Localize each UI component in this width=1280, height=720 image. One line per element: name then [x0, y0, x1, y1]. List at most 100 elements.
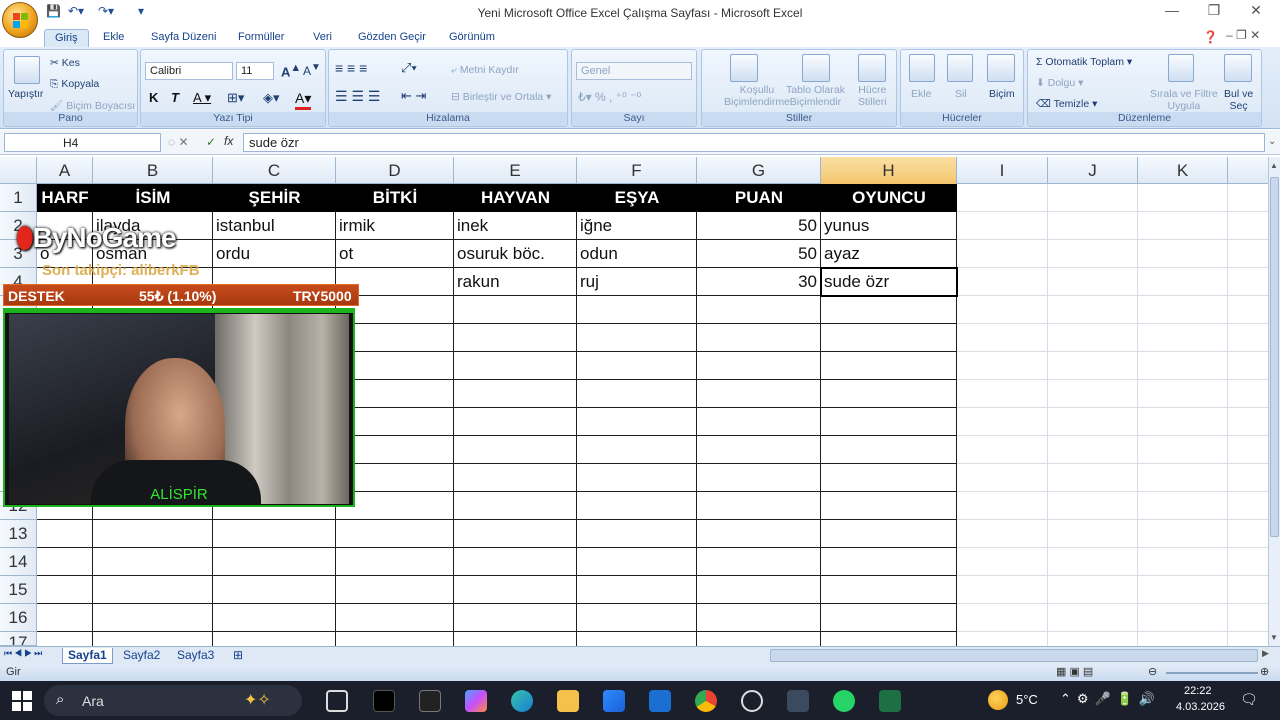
close-button[interactable]: ✕	[1236, 2, 1276, 22]
table-cell[interactable]: irmik	[336, 212, 454, 240]
office-button[interactable]	[2, 2, 38, 38]
table-cell[interactable]: 50	[697, 212, 821, 240]
sort-filter-button[interactable]: Sırala ve Filtre Uygula	[1150, 88, 1218, 112]
epic-games-icon[interactable]	[419, 690, 441, 712]
tab-insert[interactable]: Ekle	[93, 29, 134, 47]
indent-icon[interactable]: ⇤ ⇥	[401, 88, 426, 104]
insert-function-icon[interactable]: fx	[224, 134, 233, 148]
font-color-button[interactable]: A▾	[295, 90, 312, 110]
row-header-16[interactable]: 16	[0, 604, 37, 632]
table-cell[interactable]: inek	[454, 212, 577, 240]
fill-color-button[interactable]: ◈▾	[263, 90, 280, 106]
sheet-tab-sayfa3[interactable]: Sayfa3	[172, 648, 219, 664]
formula-enter-icon[interactable]: ✓	[206, 135, 216, 149]
tab-page-layout[interactable]: Sayfa Düzeni	[141, 29, 226, 47]
conditional-format-button[interactable]: Koşullu Biçimlendirme	[724, 84, 790, 108]
header-puan[interactable]: PUAN	[697, 184, 821, 212]
save-icon[interactable]: 💾	[46, 4, 61, 20]
ribbon-window-controls[interactable]: – ❐ ✕	[1226, 28, 1260, 42]
redo-icon[interactable]: ↷▾	[98, 4, 114, 20]
table-cell[interactable]: rakun	[454, 268, 577, 296]
task-view-icon[interactable]	[326, 690, 348, 712]
help-icon[interactable]: ❓	[1203, 30, 1218, 44]
minimize-button[interactable]: —	[1152, 2, 1192, 22]
column-header-i[interactable]: I	[957, 157, 1048, 184]
find-select-button[interactable]: Bul ve Seç	[1224, 88, 1253, 112]
cut-button[interactable]: ✂ Kes	[50, 57, 80, 69]
scroll-up-icon[interactable]: ▲	[1270, 161, 1279, 170]
grow-font-button[interactable]: A▲	[281, 62, 301, 79]
table-cell[interactable]: ordu	[213, 240, 336, 268]
column-header-j[interactable]: J	[1048, 157, 1138, 184]
new-sheet-icon[interactable]: ⊞	[228, 648, 248, 664]
name-box[interactable]: H4	[4, 133, 161, 152]
column-header-c[interactable]: C	[213, 157, 336, 184]
delete-cells-button[interactable]: Sil	[955, 88, 967, 100]
undo-icon[interactable]: ↶▾	[68, 4, 84, 20]
header-isim[interactable]: İSİM	[93, 184, 213, 212]
clear-button[interactable]: ⌫ Temizle ▾	[1036, 98, 1097, 110]
row-header-15[interactable]: 15	[0, 576, 37, 604]
sheet-nav-icons[interactable]: ⏮◀▶⏭	[4, 648, 44, 659]
align-top-icon[interactable]: ≡ ≡ ≡	[335, 60, 367, 76]
table-cell[interactable]: 30	[697, 268, 821, 296]
view-mode-icons[interactable]: ▦ ▣ ▤	[1056, 665, 1093, 678]
italic-button[interactable]: T	[171, 90, 179, 105]
header-oyuncu[interactable]: OYUNCU	[821, 184, 957, 212]
shrink-font-button[interactable]: A▼	[303, 62, 321, 78]
obs-icon[interactable]	[741, 690, 763, 712]
fill-button[interactable]: ⬇ Dolgu ▾	[1036, 77, 1083, 89]
scroll-down-icon[interactable]: ▼	[1270, 633, 1279, 642]
table-cell[interactable]: 50	[697, 240, 821, 268]
notification-icon[interactable]: 🗨	[1240, 691, 1258, 708]
format-cells-button[interactable]: Biçim	[989, 88, 1015, 100]
column-header-h[interactable]: H	[821, 157, 957, 184]
row-header-1[interactable]: 1	[0, 184, 37, 212]
bold-button[interactable]: K	[149, 90, 158, 105]
start-button[interactable]	[12, 691, 32, 711]
edge-icon[interactable]	[511, 690, 533, 712]
table-cell[interactable]: yunus	[821, 212, 957, 240]
row-header-13[interactable]: 13	[0, 520, 37, 548]
number-format-select[interactable]: Genel	[576, 62, 692, 80]
horizontal-scroll-thumb[interactable]	[770, 649, 1258, 662]
font-name-select[interactable]: Calibri	[145, 62, 233, 80]
header-sehir[interactable]: ŞEHİR	[213, 184, 336, 212]
underline-button[interactable]: A ▾	[193, 90, 211, 106]
formula-cancel-icon[interactable]: ◌ ✕	[168, 135, 189, 149]
tab-data[interactable]: Veri	[303, 29, 342, 47]
column-header-k[interactable]: K	[1138, 157, 1228, 184]
table-cell[interactable]: ot	[336, 240, 454, 268]
autosum-button[interactable]: Σ Otomatik Toplam ▾	[1036, 56, 1132, 68]
table-cell[interactable]: istanbul	[213, 212, 336, 240]
sheet-tab-sayfa1[interactable]: Sayfa1	[62, 648, 113, 664]
sheet-tab-sayfa2[interactable]: Sayfa2	[118, 648, 165, 664]
format-painter-button[interactable]: 🖌 Biçim Boyacısı	[50, 99, 135, 112]
borders-button[interactable]: ⊞▾	[227, 90, 244, 106]
row-header-17[interactable]: 17	[0, 632, 37, 646]
system-tray-icons[interactable]: ⌃⚙🎤🔋🔊	[1060, 691, 1161, 707]
zoom-in-icon[interactable]: ⊕	[1260, 665, 1269, 678]
tab-view[interactable]: Görünüm	[439, 29, 505, 47]
copilot-icon[interactable]	[465, 690, 487, 712]
paste-icon[interactable]	[14, 56, 40, 84]
zoom-slider[interactable]	[1166, 672, 1258, 674]
column-header-f[interactable]: F	[577, 157, 697, 184]
cell-styles-button[interactable]: Hücre Stilleri	[858, 84, 887, 108]
table-cell[interactable]: ruj	[577, 268, 697, 296]
taskbar-search[interactable]: ⌕ Ara ✦✧	[44, 685, 302, 716]
vertical-scrollbar[interactable]: ▲ ▼	[1268, 157, 1280, 646]
header-hayvan[interactable]: HAYVAN	[454, 184, 577, 212]
header-harf[interactable]: HARF	[37, 184, 93, 212]
column-header-e[interactable]: E	[454, 157, 577, 184]
table-cell[interactable]: ayaz	[821, 240, 957, 268]
table-cell[interactable]: odun	[577, 240, 697, 268]
tab-formulas[interactable]: Formüller	[228, 29, 294, 47]
copy-button[interactable]: ⎘ Kopyala	[50, 78, 99, 91]
column-header-d[interactable]: D	[336, 157, 454, 184]
font-size-select[interactable]: 11	[236, 62, 274, 80]
expand-formula-icon[interactable]: ⌄	[1268, 136, 1276, 147]
column-header-b[interactable]: B	[93, 157, 213, 184]
calculator-icon[interactable]	[787, 690, 809, 712]
number-format-icons[interactable]: ₺▾ % , ⁺⁰ ⁻⁰	[578, 90, 641, 104]
